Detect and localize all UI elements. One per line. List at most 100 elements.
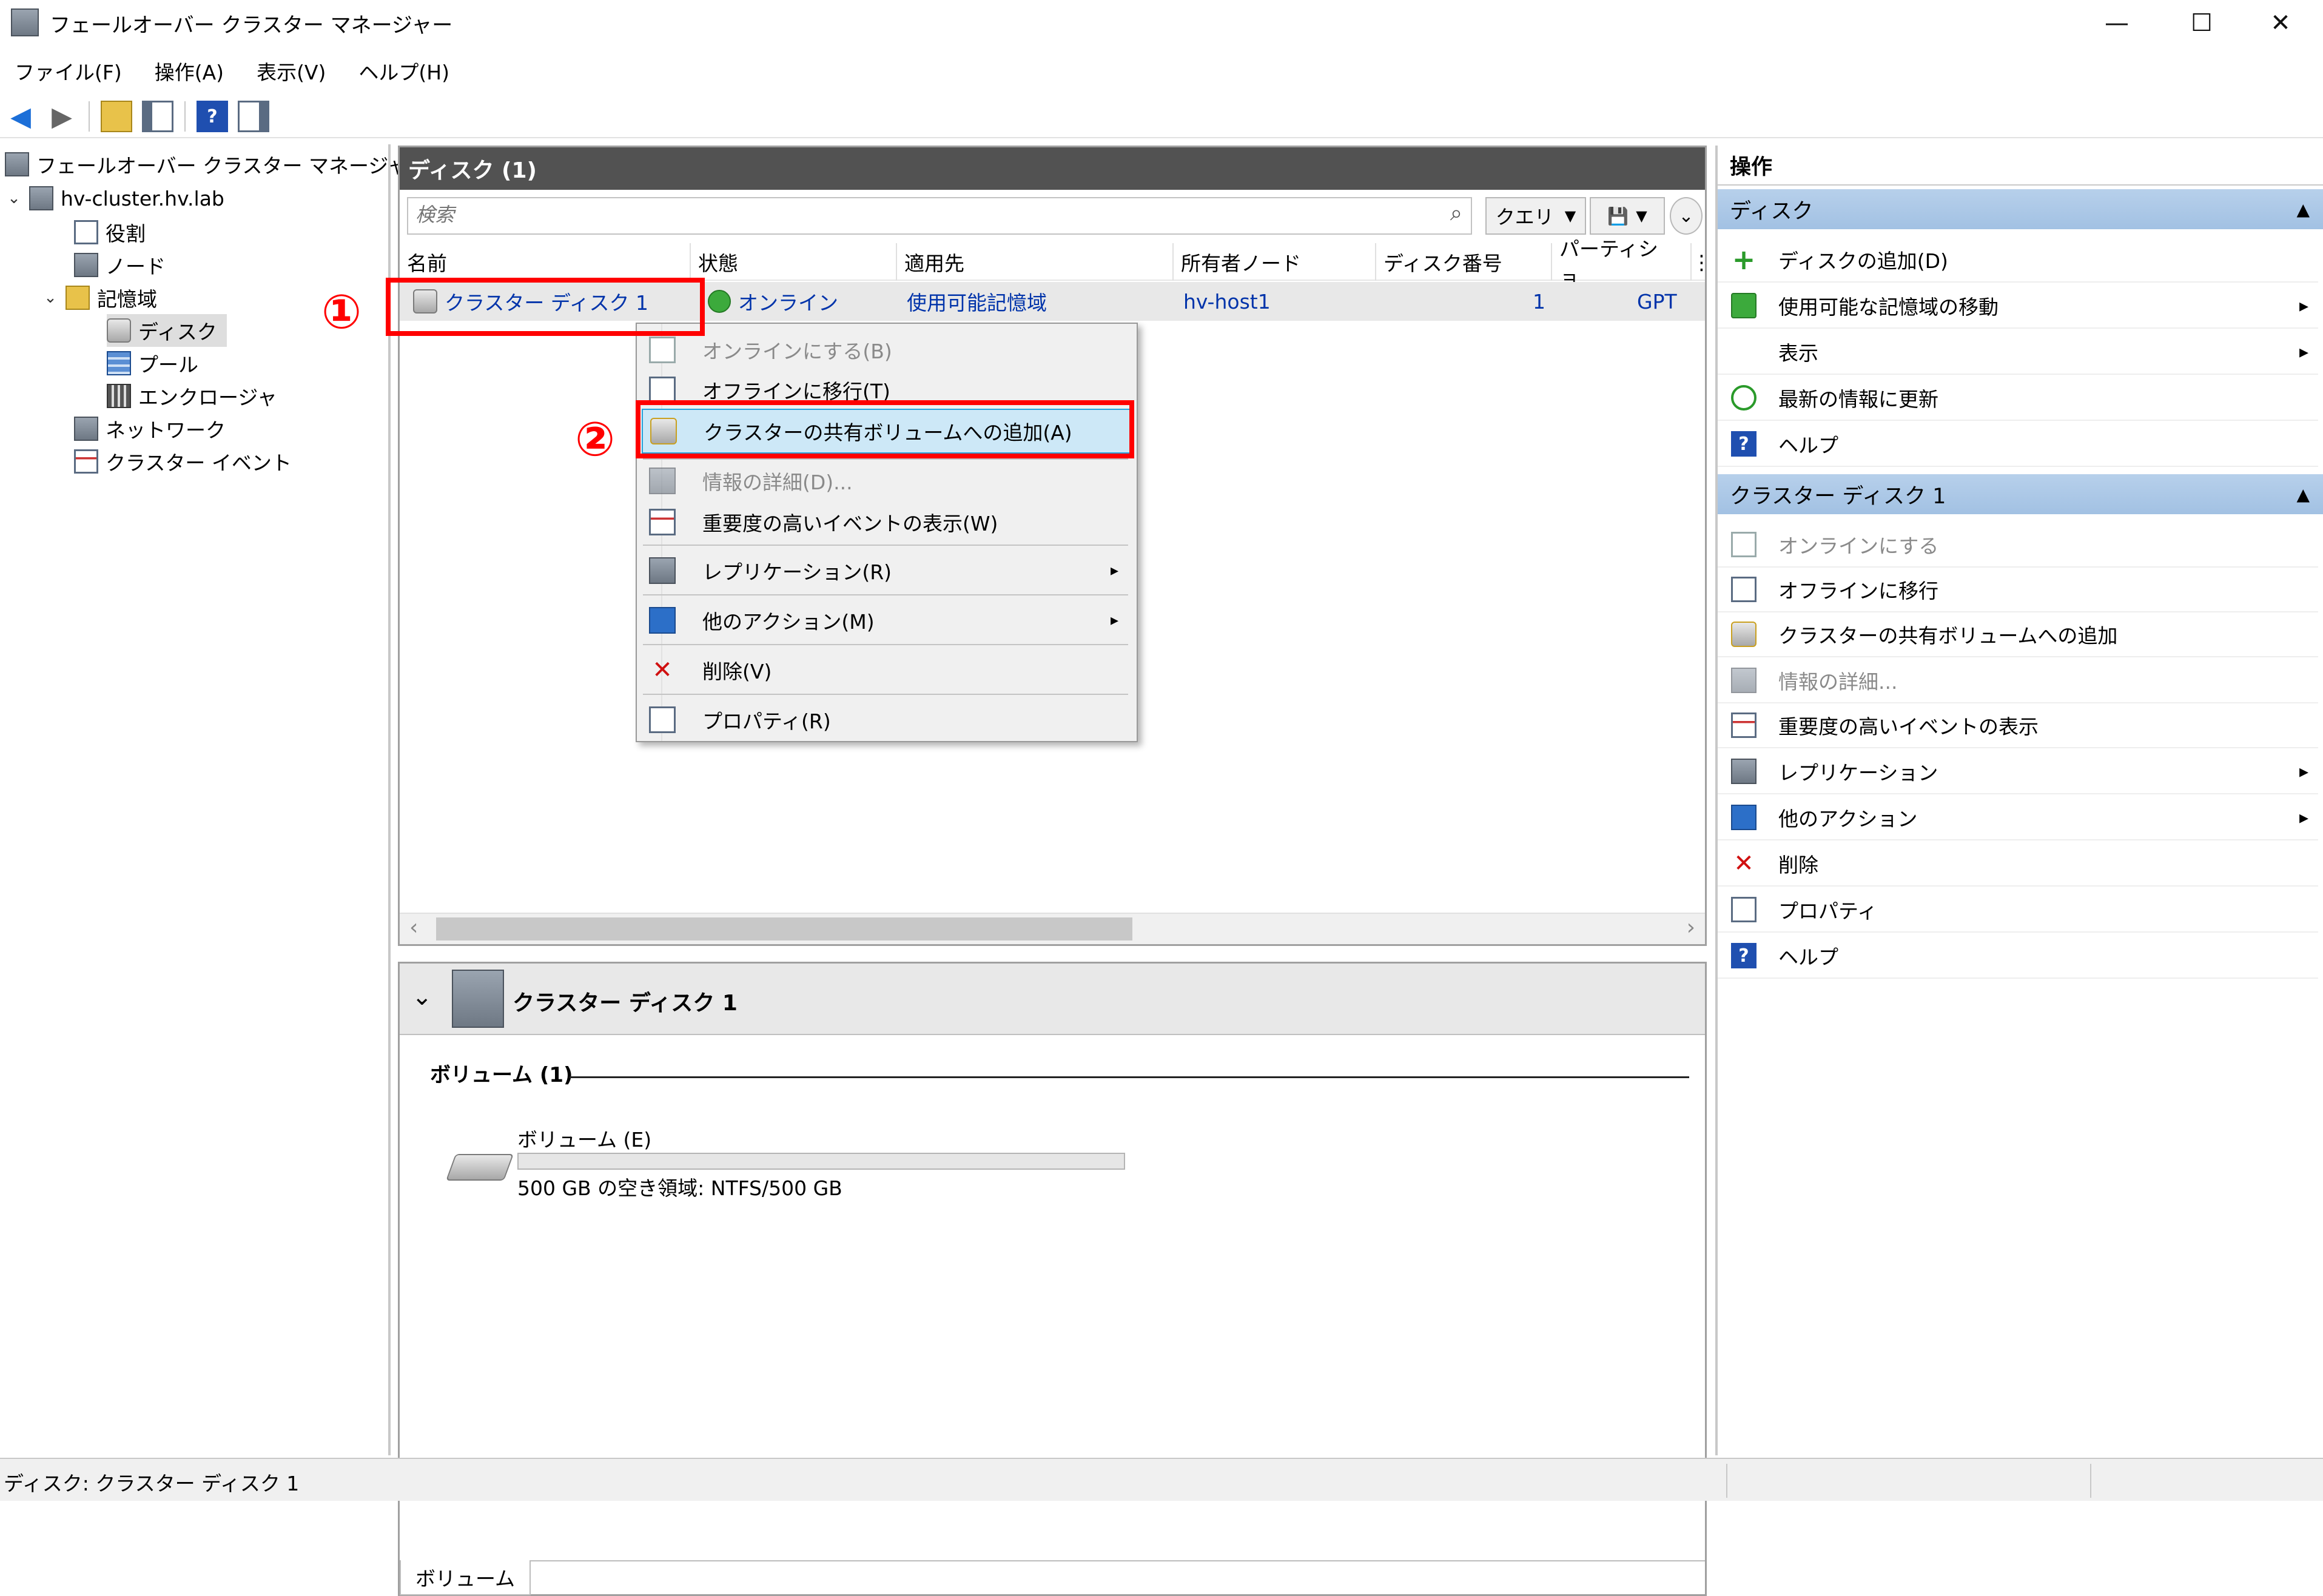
menu-item-label: 削除(V) — [702, 660, 772, 683]
column-header-owner-node[interactable]: 所有者ノード — [1174, 243, 1376, 281]
action-add-to-csv[interactable]: クラスターの共有ボリュームへの追加 — [1718, 612, 2318, 657]
minimize-button[interactable]: — — [2074, 0, 2159, 46]
toolbar: ◀ ▶ ? — [0, 96, 2323, 138]
menu-file[interactable]: ファイル(F) — [15, 56, 122, 86]
menu-item-delete[interactable]: ✕ 削除(V) — [642, 648, 1132, 692]
action-properties[interactable]: プロパティ — [1718, 888, 2318, 933]
menu-action[interactable]: 操作(A) — [155, 56, 224, 86]
column-overflow-icon[interactable]: ⋮ — [1692, 243, 1712, 281]
disks-icon — [107, 318, 131, 343]
nodes-icon — [74, 253, 98, 277]
maximize-button[interactable]: ☐ — [2159, 0, 2244, 46]
move-storage-icon — [1731, 293, 1757, 318]
action-view[interactable]: 表示 ▸ — [1718, 330, 2318, 375]
scroll-left-icon[interactable]: ‹ — [409, 915, 418, 940]
menu-item-replication[interactable]: レプリケーション(R) ▸ — [642, 548, 1132, 593]
show-actions-icon[interactable] — [238, 101, 269, 132]
events-icon — [74, 449, 98, 474]
menu-help[interactable]: ヘルプ(H) — [358, 56, 449, 86]
close-button[interactable]: ✕ — [2238, 0, 2323, 46]
properties-icon — [1731, 897, 1757, 922]
cell-disk-number: 1 — [1533, 289, 1545, 314]
search-input[interactable] — [414, 198, 1417, 231]
action-label: プロパティ — [1778, 899, 1878, 923]
detail-panel: ⌄ クラスター ディスク 1 ボリューム (1) ボリューム (E) 500 G… — [398, 962, 1707, 1596]
collapse-icon[interactable]: ⌄ — [412, 983, 432, 1011]
query-button[interactable]: クエリ ▼ — [1485, 197, 1586, 235]
horizontal-scrollbar[interactable]: ‹ › — [400, 913, 1705, 944]
tab-volume[interactable]: ボリューム — [400, 1560, 531, 1595]
expand-panel-button[interactable]: ⌄ — [1670, 197, 1703, 235]
window-title: フェールオーバー クラスター マネージャー — [50, 13, 453, 38]
online-status-icon — [708, 290, 731, 313]
scrollbar-thumb[interactable] — [436, 917, 1132, 941]
menu-separator — [643, 644, 1128, 645]
action-replication[interactable]: レプリケーション ▸ — [1718, 749, 2318, 794]
menu-item-show-critical-events[interactable]: 重要度の高いイベントの表示(W) — [642, 500, 1132, 545]
save-query-button[interactable]: 💾 ▼ — [1590, 197, 1665, 235]
up-folder-icon[interactable] — [101, 101, 132, 132]
tree-item-networks[interactable]: ネットワーク — [74, 412, 226, 445]
column-header-disk-number[interactable]: ディスク番号 — [1376, 243, 1552, 281]
action-label: 重要度の高いイベントの表示 — [1778, 715, 2039, 739]
collapse-up-icon[interactable]: ▲ — [2296, 200, 2310, 220]
tree-item-cluster-events[interactable]: クラスター イベント — [74, 445, 292, 478]
expand-caret-icon[interactable]: ⌄ — [5, 189, 23, 207]
column-header-name[interactable]: 名前 — [400, 243, 691, 281]
info-details-icon — [1731, 668, 1757, 693]
menu-item-bring-online[interactable]: オンラインにする(B) — [642, 327, 1132, 372]
back-arrow-icon[interactable]: ◀ — [5, 101, 36, 132]
volume-name[interactable]: ボリューム (E) — [517, 1124, 651, 1153]
tree-item-enclosures[interactable]: エンクロージャ — [107, 380, 277, 412]
action-other-actions[interactable]: 他のアクション ▸ — [1718, 796, 2318, 840]
scroll-right-icon[interactable]: › — [1687, 915, 1695, 940]
actions-section-cluster-disk-1[interactable]: クラスター ディスク 1 ▲ — [1718, 474, 2323, 514]
action-bring-online[interactable]: オンラインにする — [1718, 523, 2318, 568]
replication-icon — [1731, 759, 1757, 784]
tree-item-label: 役割 — [106, 222, 146, 246]
tree-cluster[interactable]: ⌄ hv-cluster.hv.lab — [5, 182, 224, 215]
action-label: 使用可能な記憶域の移動 — [1778, 295, 1999, 319]
action-label: 最新の情報に更新 — [1778, 387, 1938, 411]
action-label: ヘルプ — [1778, 945, 1838, 969]
action-delete[interactable]: ✕ 削除 — [1718, 842, 2318, 887]
expand-caret-icon[interactable]: ⌄ — [41, 289, 59, 307]
tree-item-storage[interactable]: ⌄ 記憶域 — [41, 281, 157, 314]
action-take-offline[interactable]: オフラインに移行 — [1718, 568, 2318, 612]
search-box[interactable]: ⌕ — [407, 197, 1472, 235]
menu-item-other-actions[interactable]: 他のアクション(M) ▸ — [642, 598, 1132, 643]
delete-icon: ✕ — [652, 656, 673, 684]
menu-item-properties[interactable]: プロパティ(R) — [642, 697, 1132, 742]
action-show-critical-events[interactable]: 重要度の高いイベントの表示 — [1718, 703, 2318, 748]
search-icon[interactable]: ⌕ — [1450, 201, 1462, 226]
menu-item-more-info[interactable]: 情報の詳細(D)... — [642, 458, 1132, 503]
forward-arrow-icon[interactable]: ▶ — [46, 101, 78, 132]
menu-item-label: 情報の詳細(D)... — [702, 471, 853, 494]
action-label: クラスターの共有ボリュームへの追加 — [1778, 624, 2118, 648]
tree-root[interactable]: フェールオーバー クラスター マネージャー — [5, 148, 428, 181]
tree-item-nodes[interactable]: ノード — [74, 249, 166, 281]
action-move-available-storage[interactable]: 使用可能な記憶域の移動 ▸ — [1718, 284, 2318, 329]
column-header-status[interactable]: 状態 — [691, 243, 897, 281]
collapse-up-icon[interactable]: ▲ — [2296, 485, 2310, 505]
action-add-disk[interactable]: + ディスクの追加(D) — [1718, 238, 2318, 283]
refresh-icon — [1731, 385, 1757, 411]
volume-info: 500 GB の空き領域: NTFS/500 GB — [517, 1176, 842, 1200]
column-header-assigned-to[interactable]: 適用先 — [897, 243, 1174, 281]
action-refresh[interactable]: 最新の情報に更新 — [1718, 376, 2318, 421]
help-icon[interactable]: ? — [197, 101, 228, 132]
tree-item-pools[interactable]: プール — [107, 347, 198, 380]
tree-item-disks[interactable]: ディスク — [107, 314, 227, 347]
action-label: 情報の詳細... — [1778, 670, 1898, 694]
action-help-disk[interactable]: ? ヘルプ — [1718, 934, 2318, 979]
cell-partition-style: GPT — [1637, 289, 1677, 314]
dropdown-arrow-icon: ▼ — [1564, 207, 1576, 224]
action-more-info[interactable]: 情報の詳細... — [1718, 659, 2318, 703]
action-help[interactable]: ? ヘルプ — [1718, 422, 2318, 467]
tree-item-roles[interactable]: 役割 — [74, 216, 146, 249]
menu-view[interactable]: 表示(V) — [257, 56, 326, 86]
column-header-partition-style[interactable]: パーティショ… — [1552, 237, 1692, 290]
show-tree-icon[interactable] — [142, 101, 173, 132]
tree-item-label: クラスター イベント — [106, 451, 292, 475]
actions-section-disks[interactable]: ディスク ▲ — [1718, 189, 2323, 229]
